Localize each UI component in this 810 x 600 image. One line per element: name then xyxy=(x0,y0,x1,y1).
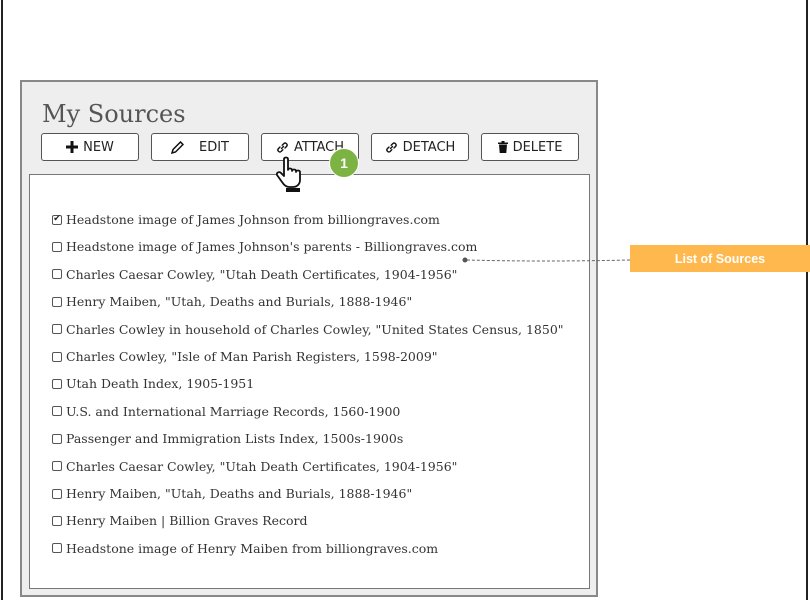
source-checkbox[interactable] xyxy=(52,488,62,499)
source-label: Henry Maiben, "Utah, Deaths and Burials,… xyxy=(66,486,413,501)
source-checkbox[interactable] xyxy=(52,296,62,307)
source-checkbox[interactable] xyxy=(52,269,62,280)
source-list-item[interactable]: Headstone image of James Johnson's paren… xyxy=(52,239,477,254)
source-label: Headstone image of Henry Maiben from bil… xyxy=(66,540,439,556)
source-checkbox[interactable] xyxy=(52,543,62,554)
new-button[interactable]: NEW xyxy=(41,133,139,161)
source-label: U.S. and International Marriage Records,… xyxy=(66,403,401,419)
step-badge: 1 xyxy=(329,148,359,178)
source-list-item[interactable]: Headstone image of Henry Maiben from bil… xyxy=(52,541,438,556)
source-list-item[interactable]: Charles Cowley in household of Charles C… xyxy=(52,322,564,337)
pencil-icon xyxy=(171,140,184,154)
delete-button-label: DELETE xyxy=(512,139,563,155)
panel-title: My Sources xyxy=(42,100,186,128)
source-checkbox[interactable] xyxy=(52,241,62,252)
source-label: Charles Cowley, "Isle of Man Parish Regi… xyxy=(66,349,438,364)
source-checkbox[interactable]: ✔ xyxy=(52,214,62,225)
hand-cursor-icon xyxy=(274,155,312,197)
detach-button-label: DETACH xyxy=(402,139,456,155)
source-list-item[interactable]: Henry Maiben | Billion Graves Record xyxy=(52,513,308,528)
source-checkbox[interactable] xyxy=(52,378,62,389)
source-list-item[interactable]: Henry Maiben, "Utah, Deaths and Burials,… xyxy=(52,294,412,309)
source-list-item[interactable]: U.S. and International Marriage Records,… xyxy=(52,404,400,419)
new-button-label: NEW xyxy=(83,139,114,155)
source-label: Henry Maiben, "Utah, Deaths and Burials,… xyxy=(66,294,413,310)
source-checkbox[interactable] xyxy=(52,461,62,472)
source-list-item[interactable]: Charles Caesar Cowley, "Utah Death Certi… xyxy=(52,267,457,282)
source-list-item[interactable]: Passenger and Immigration Lists Index, 1… xyxy=(52,431,403,446)
edit-button-label: EDIT xyxy=(199,139,229,155)
link-icon xyxy=(276,141,289,154)
callout-connector xyxy=(462,257,630,263)
list-of-sources-callout: List of Sources xyxy=(630,245,810,272)
sources-list: ✔ Headstone image of James Johnson from b… xyxy=(29,174,590,589)
source-label: Charles Cowley in household of Charles C… xyxy=(66,321,564,337)
trash-icon xyxy=(497,141,508,153)
source-list-item[interactable]: ✔ Headstone image of James Johnson from b… xyxy=(52,212,440,227)
source-label: Headstone image of James Johnson from bi… xyxy=(66,212,440,227)
edit-button[interactable]: EDIT xyxy=(151,133,249,161)
page-border-right xyxy=(806,0,808,600)
detach-button[interactable]: DETACH xyxy=(371,133,469,161)
source-label: Passenger and Immigration Lists Index, 1… xyxy=(66,431,404,447)
source-label: Charles Caesar Cowley, "Utah Death Certi… xyxy=(66,266,458,282)
plus-icon xyxy=(66,141,79,153)
source-list-item[interactable]: Charles Caesar Cowley, "Utah Death Certi… xyxy=(52,459,457,474)
source-checkbox[interactable] xyxy=(52,406,62,417)
page-border-left xyxy=(1,0,3,600)
source-label: Headstone image of James Johnson's paren… xyxy=(66,239,478,255)
source-list-item[interactable]: Henry Maiben, "Utah, Deaths and Burials,… xyxy=(52,486,412,501)
source-checkbox[interactable] xyxy=(52,351,62,362)
source-list-item[interactable]: Utah Death Index, 1905-1951 xyxy=(52,376,254,391)
source-label: Henry Maiben | Billion Graves Record xyxy=(66,513,308,529)
source-checkbox[interactable] xyxy=(52,324,62,335)
source-list-item[interactable]: Charles Cowley, "Isle of Man Parish Regi… xyxy=(52,349,438,364)
delete-button[interactable]: DELETE xyxy=(481,133,579,161)
source-label: Utah Death Index, 1905-1951 xyxy=(66,376,255,392)
source-label: Charles Caesar Cowley, "Utah Death Certi… xyxy=(66,458,458,474)
source-checkbox[interactable] xyxy=(52,515,62,526)
unlink-icon xyxy=(385,141,398,154)
source-checkbox[interactable] xyxy=(52,433,62,444)
